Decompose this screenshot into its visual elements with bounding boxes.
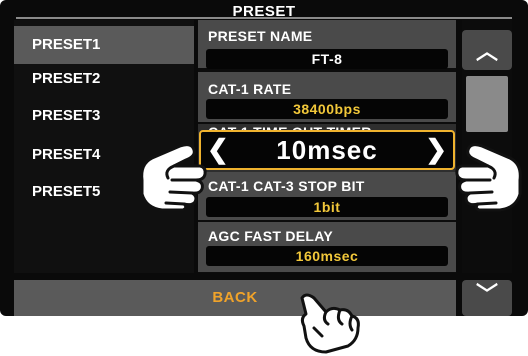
setting-value: 160msec	[206, 246, 448, 266]
setting-agc-fast-delay[interactable]: AGC FAST DELAY 160msec	[198, 222, 456, 272]
setting-preset-name[interactable]: PRESET NAME FT-8	[198, 20, 456, 69]
scroll-down-button[interactable]: ﹀	[462, 280, 512, 316]
setting-label: CAT-1 RATE	[208, 81, 292, 97]
pointing-hand-icon	[455, 143, 522, 212]
sidebar-item-preset1[interactable]: PRESET1	[14, 26, 194, 64]
setting-cat1-rate[interactable]: CAT-1 RATE 38400bps	[198, 72, 456, 122]
setting-label: CAT-1 CAT-3 STOP BIT	[208, 178, 365, 194]
chevron-right-icon[interactable]: ❯	[425, 132, 447, 166]
pointing-hand-icon	[300, 293, 360, 354]
setting-value: 38400bps	[206, 99, 448, 119]
setting-value: FT-8	[206, 49, 448, 69]
setting-label: PRESET NAME	[208, 28, 313, 44]
setting-cat1-timeout[interactable]: ❮ 10msec ❯	[199, 130, 455, 170]
sidebar-item-preset2[interactable]: PRESET2	[14, 60, 194, 98]
chevron-down-icon: ﹀	[475, 282, 498, 307]
radio-display: PRESET PRESET1 PRESET2 PRESET3 PRESET4 P…	[0, 0, 528, 316]
sidebar-item-preset3[interactable]: PRESET3	[14, 97, 194, 135]
title-divider	[16, 17, 512, 19]
setting-stop-bit[interactable]: CAT-1 CAT-3 STOP BIT 1bit	[198, 172, 456, 220]
pointing-hand-icon	[140, 143, 207, 212]
setting-value: 10msec	[276, 135, 378, 165]
scroll-up-button[interactable]: ︿	[462, 30, 512, 70]
back-button-label: BACK	[212, 289, 258, 306]
setting-value: 1bit	[206, 197, 448, 217]
setting-label: AGC FAST DELAY	[208, 228, 334, 244]
scrollbar-thumb[interactable]	[466, 76, 508, 132]
chevron-up-icon: ︿	[475, 39, 498, 64]
